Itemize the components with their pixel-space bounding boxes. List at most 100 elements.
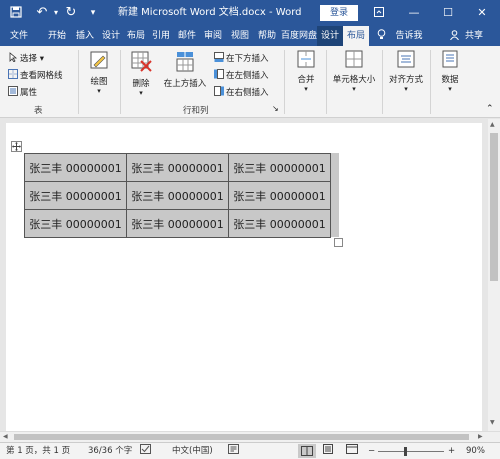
insert-right-button[interactable]: 在右侧插入 <box>214 86 269 100</box>
save-icon[interactable] <box>6 0 26 26</box>
zoom-slider[interactable] <box>378 451 444 452</box>
table-cell[interactable]: 张三丰 00000001 <box>228 153 331 182</box>
scroll-up-icon[interactable]: ▲ <box>490 121 495 128</box>
dialog-launcher-icon[interactable]: ↘ <box>272 102 279 116</box>
vertical-scrollbar[interactable]: ▲ ▼ <box>488 119 500 432</box>
redo-icon[interactable]: ↻ <box>62 0 80 26</box>
zoom-out-button[interactable]: − <box>368 443 375 459</box>
title-bar: ↶ ▾ ↻ ▾ 新建 Microsoft Word 文档.docx - Word… <box>0 0 500 26</box>
vertical-scroll-thumb[interactable] <box>490 133 498 281</box>
tab-references[interactable]: 引用 <box>148 26 174 46</box>
ribbon-panel: 选择 ▾ 查看网格线 属性 表 绘图 ▾ 删除 ▾ 在上方插入 在下方插入 在左… <box>0 46 500 118</box>
insert-column-left-icon <box>214 69 224 79</box>
tab-design[interactable]: 设计 <box>98 26 124 46</box>
undo-dropdown-icon[interactable]: ▾ <box>50 0 62 26</box>
horizontal-scrollbar[interactable]: ◀ ▶ <box>0 431 500 442</box>
document-title: 新建 Microsoft Word 文档.docx - Word <box>118 7 302 18</box>
cell-size-icon <box>330 50 378 71</box>
horizontal-scroll-thumb[interactable] <box>14 434 469 440</box>
table-cell[interactable]: 张三丰 00000001 <box>228 209 331 238</box>
row-end-selection <box>331 153 339 237</box>
maximize-button[interactable]: ☐ <box>434 0 462 26</box>
tab-file[interactable]: 文件 <box>6 26 32 46</box>
page-count[interactable]: 第 1 页，共 1 页 <box>6 443 70 459</box>
accessibility-icon[interactable] <box>228 443 239 459</box>
zoom-slider-thumb[interactable] <box>404 447 407 456</box>
ribbon-display-options-icon[interactable] <box>365 0 393 26</box>
zoom-level[interactable]: 90% <box>466 443 485 459</box>
word-count[interactable]: 36/36 个字 <box>88 443 132 459</box>
undo-icon[interactable]: ↶ <box>32 0 52 26</box>
ribbon-tab-bar: 文件 开始 插入 设计 布局 引用 邮件 审阅 视图 帮助 百度网盘 设计 布局… <box>0 26 500 46</box>
insert-below-button[interactable]: 在下方插入 <box>214 52 269 66</box>
insert-below-label: 在下方插入 <box>226 54 269 64</box>
table-cell[interactable]: 张三丰 00000001 <box>126 181 229 210</box>
table-row: 张三丰 00000001 张三丰 00000001 张三丰 00000001 <box>24 153 331 182</box>
draw-button[interactable]: 绘图 ▾ <box>84 50 114 95</box>
web-layout-icon[interactable] <box>346 443 358 459</box>
alignment-button[interactable]: 对齐方式 ▾ <box>386 50 426 93</box>
proofing-icon[interactable] <box>140 443 151 459</box>
tab-home[interactable]: 开始 <box>44 26 70 46</box>
data-button[interactable]: 数据 ▾ <box>434 50 466 93</box>
ribbon-separator <box>284 50 285 114</box>
scroll-right-icon[interactable]: ▶ <box>478 433 483 440</box>
table-cell[interactable]: 张三丰 00000001 <box>228 181 331 210</box>
merge-cells-icon <box>290 50 322 71</box>
zoom-in-button[interactable]: + <box>448 443 455 459</box>
view-gridlines-button[interactable]: 查看网格线 <box>8 69 63 83</box>
insert-left-button[interactable]: 在左侧插入 <box>214 69 269 83</box>
properties-label: 属性 <box>20 88 38 98</box>
minimize-button[interactable]: — <box>400 0 428 26</box>
share-button[interactable]: 共享 <box>462 26 486 46</box>
delete-button[interactable]: 删除 ▾ <box>124 50 158 97</box>
tab-table-design[interactable]: 设计 <box>317 26 343 46</box>
user-icon[interactable] <box>448 26 460 46</box>
rows-columns-group-label: 行和列 <box>183 106 209 116</box>
ribbon-separator <box>326 50 327 114</box>
draw-label: 绘图 <box>90 77 108 87</box>
insert-above-button[interactable]: 在上方插入 <box>160 50 210 89</box>
delete-label: 删除 <box>132 79 150 89</box>
read-mode-icon[interactable] <box>298 444 316 458</box>
tab-insert[interactable]: 插入 <box>72 26 98 46</box>
table-cell[interactable]: 张三丰 00000001 <box>126 209 229 238</box>
customize-quick-access-icon[interactable]: ▾ <box>86 0 100 26</box>
table-cell[interactable]: 张三丰 00000001 <box>24 209 127 238</box>
data-label: 数据 <box>441 75 459 85</box>
login-button[interactable]: 登录 <box>320 5 358 21</box>
table-move-handle[interactable] <box>11 141 22 152</box>
close-button[interactable]: ✕ <box>468 0 496 26</box>
print-layout-icon[interactable] <box>322 443 334 459</box>
cell-size-button[interactable]: 单元格大小 ▾ <box>330 50 378 93</box>
language-indicator[interactable]: 中文(中国) <box>172 443 213 459</box>
tab-view[interactable]: 视图 <box>227 26 253 46</box>
data-icon <box>434 50 466 71</box>
gridlines-icon <box>8 69 18 79</box>
tab-baidu-netdisk[interactable]: 百度网盘 <box>281 26 317 46</box>
table-cell[interactable]: 张三丰 00000001 <box>126 153 229 182</box>
scroll-down-icon[interactable]: ▼ <box>490 419 495 426</box>
tab-review[interactable]: 审阅 <box>200 26 226 46</box>
table-cell[interactable]: 张三丰 00000001 <box>24 181 127 210</box>
delete-table-icon <box>124 50 158 75</box>
insert-above-label: 在上方插入 <box>163 79 207 89</box>
tab-mailings[interactable]: 邮件 <box>174 26 200 46</box>
table-cell[interactable]: 张三丰 00000001 <box>24 153 127 182</box>
alignment-icon <box>386 50 426 71</box>
tab-table-layout[interactable]: 布局 <box>343 26 369 46</box>
select-button[interactable]: 选择 ▾ <box>8 52 44 66</box>
draw-table-icon <box>84 50 114 73</box>
collapse-ribbon-icon[interactable]: ⌃ <box>486 102 494 116</box>
tell-me-box[interactable]: 告诉我 <box>392 26 426 46</box>
tab-layout[interactable]: 布局 <box>123 26 149 46</box>
table-resize-handle[interactable] <box>334 238 343 247</box>
merge-button[interactable]: 合并 ▾ <box>290 50 322 93</box>
tab-help[interactable]: 帮助 <box>254 26 280 46</box>
word-table[interactable]: 张三丰 00000001 张三丰 00000001 张三丰 00000001 张… <box>24 153 331 238</box>
insert-row-above-icon <box>160 50 210 75</box>
scroll-left-icon[interactable]: ◀ <box>3 433 8 440</box>
properties-icon <box>8 86 18 96</box>
properties-button[interactable]: 属性 <box>8 86 37 100</box>
lightbulb-icon[interactable] <box>374 26 388 46</box>
